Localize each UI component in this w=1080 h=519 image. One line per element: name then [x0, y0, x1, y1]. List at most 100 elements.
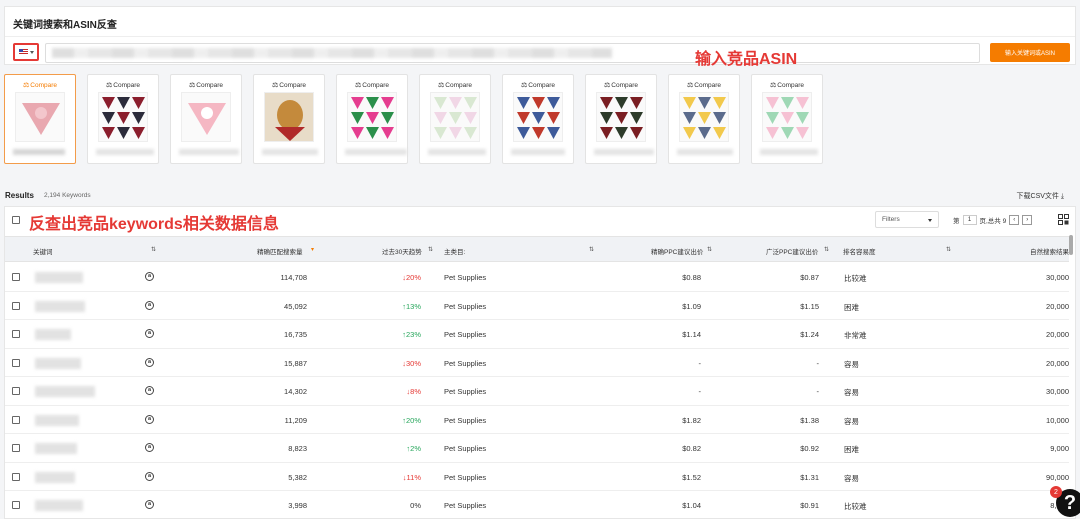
amazon-icon[interactable]: a [145, 443, 154, 452]
bandana-pattern-icon [683, 97, 726, 139]
help-icon: ? [1063, 491, 1077, 514]
col-difficulty[interactable]: 排名容易度 [843, 246, 876, 256]
sort-desc-icon[interactable]: ▾ [311, 246, 314, 253]
product-thumbnail[interactable] [347, 92, 397, 142]
product-thumbnail[interactable] [181, 92, 231, 142]
redacted-keyword[interactable] [35, 272, 83, 283]
product-thumbnail[interactable] [15, 92, 65, 142]
row-checkbox[interactable] [12, 273, 20, 281]
row-checkbox[interactable] [12, 415, 20, 424]
compare-toggle[interactable]: ⚖Compare [5, 81, 75, 89]
table-row[interactable]: a 114,708 ↓20% Pet Supplies $0.88 $0.87 比较难 30,… [5, 263, 1069, 292]
col-exact-volume[interactable]: 精确匹配搜索量 [257, 246, 303, 256]
table-row[interactable]: a 5,382 ↓11% Pet Supplies $1.52 $1.31 容易 90,000 [5, 463, 1069, 491]
table-row[interactable]: a 16,735 ↑23% Pet Supplies $1.14 $1.24 非常难 20,0… [5, 320, 1069, 349]
search-button[interactable]: 输入关键词或ASIN [990, 43, 1070, 62]
select-all-checkbox[interactable] [12, 216, 20, 224]
product-thumbnail[interactable] [513, 92, 563, 142]
column-settings-icon[interactable] [1058, 214, 1069, 225]
compare-toggle[interactable]: ⚖Compare [337, 81, 407, 89]
table-row[interactable]: a 14,302 ↓8% Pet Supplies - - 容易 30,000 [5, 377, 1069, 406]
sort-icon[interactable]: ⇅ [707, 246, 712, 253]
product-card-3[interactable]: ⚖Compare [170, 74, 242, 164]
product-thumbnail[interactable] [264, 92, 314, 142]
redacted-keyword[interactable] [35, 500, 83, 511]
product-thumbnail[interactable] [596, 92, 646, 142]
sort-icon[interactable]: ⇅ [946, 246, 951, 253]
table-scrollbar[interactable] [1069, 235, 1073, 255]
product-card-7[interactable]: ⚖Compare [502, 74, 574, 164]
redacted-keyword[interactable] [35, 357, 81, 369]
compare-toggle[interactable]: ⚖Compare [420, 81, 490, 89]
redacted-keyword[interactable] [35, 329, 71, 340]
compare-label: Compare [196, 82, 223, 89]
compare-toggle[interactable]: ⚖Compare [669, 81, 739, 89]
row-checkbox[interactable] [12, 330, 20, 338]
sort-icon[interactable]: ⇅ [428, 246, 433, 253]
redacted-keyword[interactable] [35, 414, 79, 426]
compare-toggle[interactable]: ⚖Compare [586, 81, 656, 89]
amazon-icon[interactable]: a [145, 500, 154, 509]
product-thumbnail[interactable] [430, 92, 480, 142]
next-page-button[interactable]: › [1022, 215, 1033, 225]
asin-search-input[interactable] [45, 43, 980, 63]
row-checkbox[interactable] [12, 472, 20, 481]
amazon-icon[interactable]: a [145, 386, 154, 395]
redacted-keyword[interactable] [35, 443, 77, 454]
product-thumbnail[interactable] [762, 92, 812, 142]
prev-page-button[interactable]: ‹ [1009, 215, 1020, 225]
redacted-keyword[interactable] [35, 471, 75, 483]
scale-icon: ⚖ [520, 82, 528, 89]
country-select[interactable] [13, 43, 39, 61]
compare-toggle[interactable]: ⚖Compare [503, 81, 573, 89]
amazon-icon[interactable]: a [145, 300, 154, 310]
download-csv-link[interactable]: 下载CSV文件 ⤓ [1017, 191, 1064, 201]
table-row[interactable]: a 15,887 ↓30% Pet Supplies - - 容易 20,000 [5, 349, 1069, 377]
product-card-8[interactable]: ⚖Compare [585, 74, 657, 164]
row-checkbox[interactable] [12, 501, 20, 509]
bandana-pattern-icon [188, 103, 226, 135]
sort-icon[interactable]: ⇅ [589, 246, 594, 253]
product-card-5[interactable]: ⚖Compare [336, 74, 408, 164]
row-checkbox[interactable] [12, 444, 20, 452]
row-checkbox[interactable] [12, 387, 20, 395]
sort-icon[interactable]: ⇅ [151, 246, 156, 253]
compare-toggle[interactable]: ⚖Compare [254, 81, 324, 89]
product-card-6[interactable]: ⚖Compare [419, 74, 491, 164]
product-card-1[interactable]: ⚖Compare [4, 74, 76, 164]
table-row[interactable]: a3,9980%Pet Supplies$1.04$0.91比较难8,000 [5, 491, 1069, 518]
col-exact-ppc[interactable]: 精确PPC建议出价 [651, 246, 703, 256]
filters-dropdown[interactable]: Filters [875, 211, 939, 228]
scale-icon: ⚖ [769, 82, 777, 89]
redacted-keyword[interactable] [35, 386, 95, 397]
table-row[interactable]: a 45,092 ↑13% Pet Supplies $1.09 $1.15 困难 20,00… [5, 292, 1069, 320]
col-trend[interactable]: 过去30天趋势 [382, 246, 422, 256]
product-card-2[interactable]: ⚖Compare [87, 74, 159, 164]
row-checkbox[interactable] [12, 358, 20, 367]
amazon-icon[interactable]: a [145, 272, 154, 281]
compare-toggle[interactable]: ⚖Compare [171, 81, 241, 89]
col-keyword[interactable]: 关键词 [33, 246, 53, 256]
col-broad-ppc[interactable]: 广泛PPC建议出价 [766, 246, 818, 256]
amazon-icon[interactable]: a [145, 414, 154, 424]
amazon-icon[interactable]: a [145, 329, 154, 338]
product-card-9[interactable]: ⚖Compare [668, 74, 740, 164]
page-number-input[interactable]: 1 [962, 215, 977, 225]
amazon-icon[interactable]: a [145, 471, 154, 481]
amazon-icon[interactable]: a [145, 357, 154, 367]
redacted-keyword[interactable] [35, 300, 85, 312]
exact-volume-cell: 5,382 [288, 472, 307, 482]
sort-icon[interactable]: ⇅ [824, 246, 829, 253]
product-thumbnail[interactable] [679, 92, 729, 142]
product-card-10[interactable]: ⚖Compare [751, 74, 823, 164]
col-category[interactable]: 主类目: [444, 246, 465, 256]
product-card-4[interactable]: ⚖Compare [253, 74, 325, 164]
row-checkbox[interactable] [12, 301, 20, 310]
col-organic[interactable]: 自然搜索结果 [1030, 246, 1069, 256]
redacted-product-title [13, 149, 65, 155]
table-row[interactable]: a 11,209 ↑20% Pet Supplies $1.82 $1.38 容易 10,00… [5, 406, 1069, 434]
compare-toggle[interactable]: ⚖Compare [752, 81, 822, 89]
product-thumbnail[interactable] [98, 92, 148, 142]
table-row[interactable]: a 8,823 ↑2% Pet Supplies $0.82 $0.92 困难 9,000 [5, 434, 1069, 463]
compare-toggle[interactable]: ⚖Compare [88, 81, 158, 89]
